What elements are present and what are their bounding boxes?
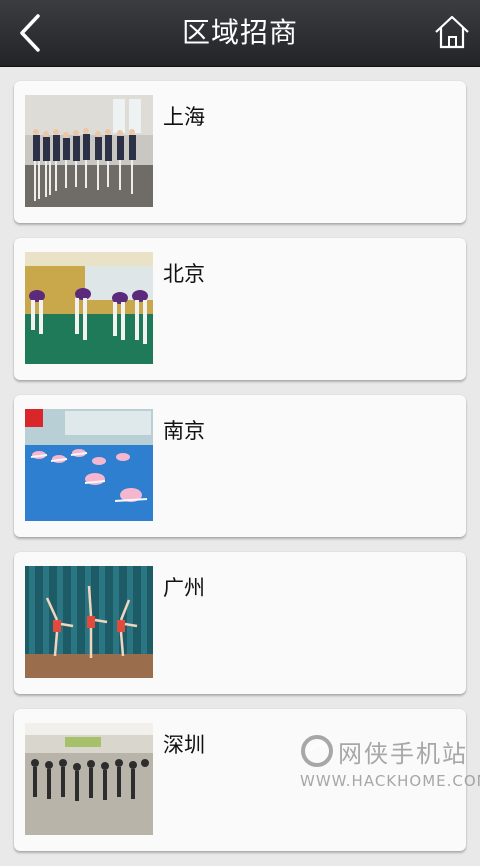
region-card-shanghai[interactable]: 上海 (14, 81, 466, 223)
region-name: 广州 (163, 576, 205, 600)
page-title: 区域招商 (181, 16, 298, 49)
region-photo (25, 723, 153, 835)
region-name: 上海 (163, 105, 205, 129)
region-name: 南京 (163, 419, 205, 443)
region-name: 北京 (163, 262, 205, 286)
region-card-nanjing[interactable]: 南京 (14, 395, 466, 537)
region-card-guangzhou[interactable]: 广州 (14, 552, 466, 694)
watermark-logo-icon (301, 735, 333, 767)
watermark-url: WWW.HACKHOME.COM (300, 772, 480, 790)
region-photo (25, 252, 153, 364)
region-name: 深圳 (163, 733, 205, 757)
watermark: 网侠手机站 WWW.HACKHOME.COM (298, 732, 480, 796)
top-bar: 区域招商 (0, 0, 480, 67)
region-photo (25, 95, 153, 207)
region-card-beijing[interactable]: 北京 (14, 238, 466, 380)
region-photo (25, 566, 153, 678)
region-photo (25, 409, 153, 521)
watermark-brand: 网侠手机站 (338, 740, 468, 768)
home-icon[interactable] (432, 12, 472, 52)
